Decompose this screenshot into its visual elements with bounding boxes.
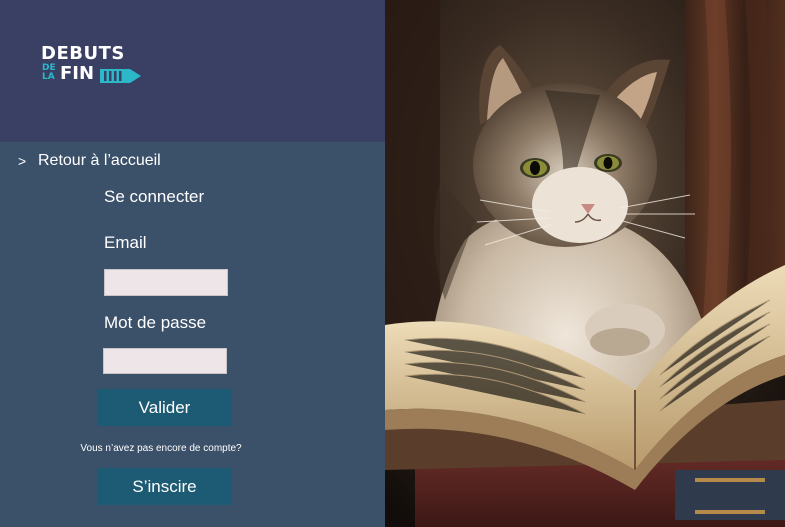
password-label: Mot de passe <box>104 313 207 332</box>
cat-reading-illustration <box>385 0 785 527</box>
signup-button[interactable]: S’inscire <box>97 468 232 505</box>
logo-text-de-la: DE LA <box>42 63 56 82</box>
form-title: Se connecter <box>104 187 205 206</box>
email-label: Email <box>104 233 147 252</box>
logo-text-debuts: DEBUTS <box>41 43 125 64</box>
brand-logo[interactable]: DEBUTS DE LA FIN <box>40 44 150 90</box>
submit-button[interactable]: Valider <box>97 389 232 426</box>
email-field[interactable] <box>104 269 228 296</box>
header-bar: DEBUTS DE LA FIN <box>0 0 385 142</box>
chevron-right-icon: > <box>18 153 27 169</box>
hero-image <box>385 0 785 527</box>
back-to-home-link[interactable]: > Retour à l’accueil <box>18 152 161 170</box>
no-account-text: Vous n’avez pas encore de compte? <box>80 443 242 454</box>
password-field[interactable] <box>103 348 227 374</box>
logo-text-fin: FIN <box>60 63 95 84</box>
login-panel: DEBUTS DE LA FIN > Retour à l’accueil Se… <box>0 0 385 527</box>
logo-arrow-icon <box>100 69 141 83</box>
back-to-home-label: Retour à l’accueil <box>38 152 161 169</box>
